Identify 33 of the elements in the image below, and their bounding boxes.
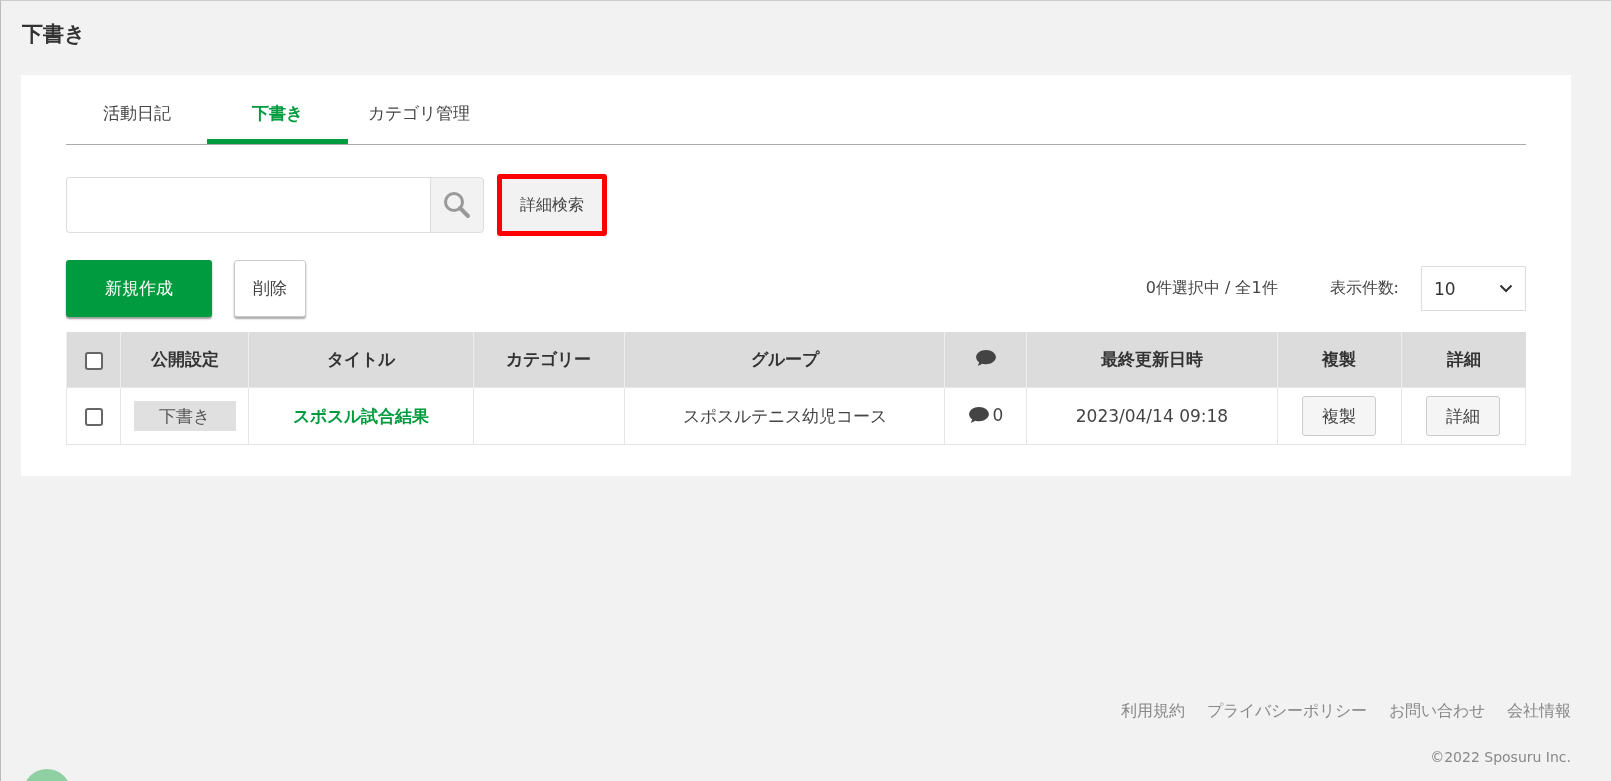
status-badge: 下書き: [133, 401, 236, 431]
group-cell: スポスルテニス幼児コース: [624, 387, 945, 445]
comment-icon: [967, 405, 990, 424]
row-checkbox[interactable]: [84, 408, 103, 426]
search-icon: [442, 190, 472, 220]
comment-icon: [974, 348, 997, 367]
delete-button[interactable]: 削除: [234, 260, 306, 317]
advanced-search-button[interactable]: 詳細検索: [497, 174, 607, 236]
copyright: ©2022 Sposuru Inc.: [1430, 749, 1571, 765]
tab[interactable]: 下書き: [207, 89, 348, 144]
selection-summary: 0件選択中 / 全1件: [1145, 278, 1278, 299]
column-header: グループ: [624, 332, 945, 388]
column-header: 詳細: [1401, 332, 1526, 388]
search-field[interactable]: [66, 177, 430, 233]
title-link[interactable]: スポスル試合結果: [248, 387, 474, 445]
comment-count: 0: [992, 404, 1004, 425]
select-all-checkbox[interactable]: [84, 351, 103, 370]
page-title: 下書き: [21, 21, 87, 48]
create-button[interactable]: 新規作成: [66, 260, 212, 317]
search-button[interactable]: [430, 177, 484, 233]
page-size-label: 表示件数:: [1329, 278, 1399, 299]
chevron-down-icon: [1499, 284, 1513, 293]
column-header: 複製: [1277, 332, 1402, 388]
date-cell: 2023/04/14 09:18: [1026, 387, 1278, 445]
page-size-select[interactable]: 10: [1421, 266, 1526, 311]
detail-button[interactable]: 詳細: [1426, 396, 1501, 436]
tab[interactable]: カテゴリ管理: [348, 89, 489, 144]
tab[interactable]: 活動日記: [66, 89, 207, 144]
column-header: 最終更新日時: [1026, 332, 1278, 388]
column-header: 公開設定: [120, 332, 249, 388]
column-header: タイトル: [248, 332, 474, 388]
column-header: カテゴリー: [473, 332, 625, 388]
copy-button[interactable]: 複製: [1302, 396, 1377, 436]
